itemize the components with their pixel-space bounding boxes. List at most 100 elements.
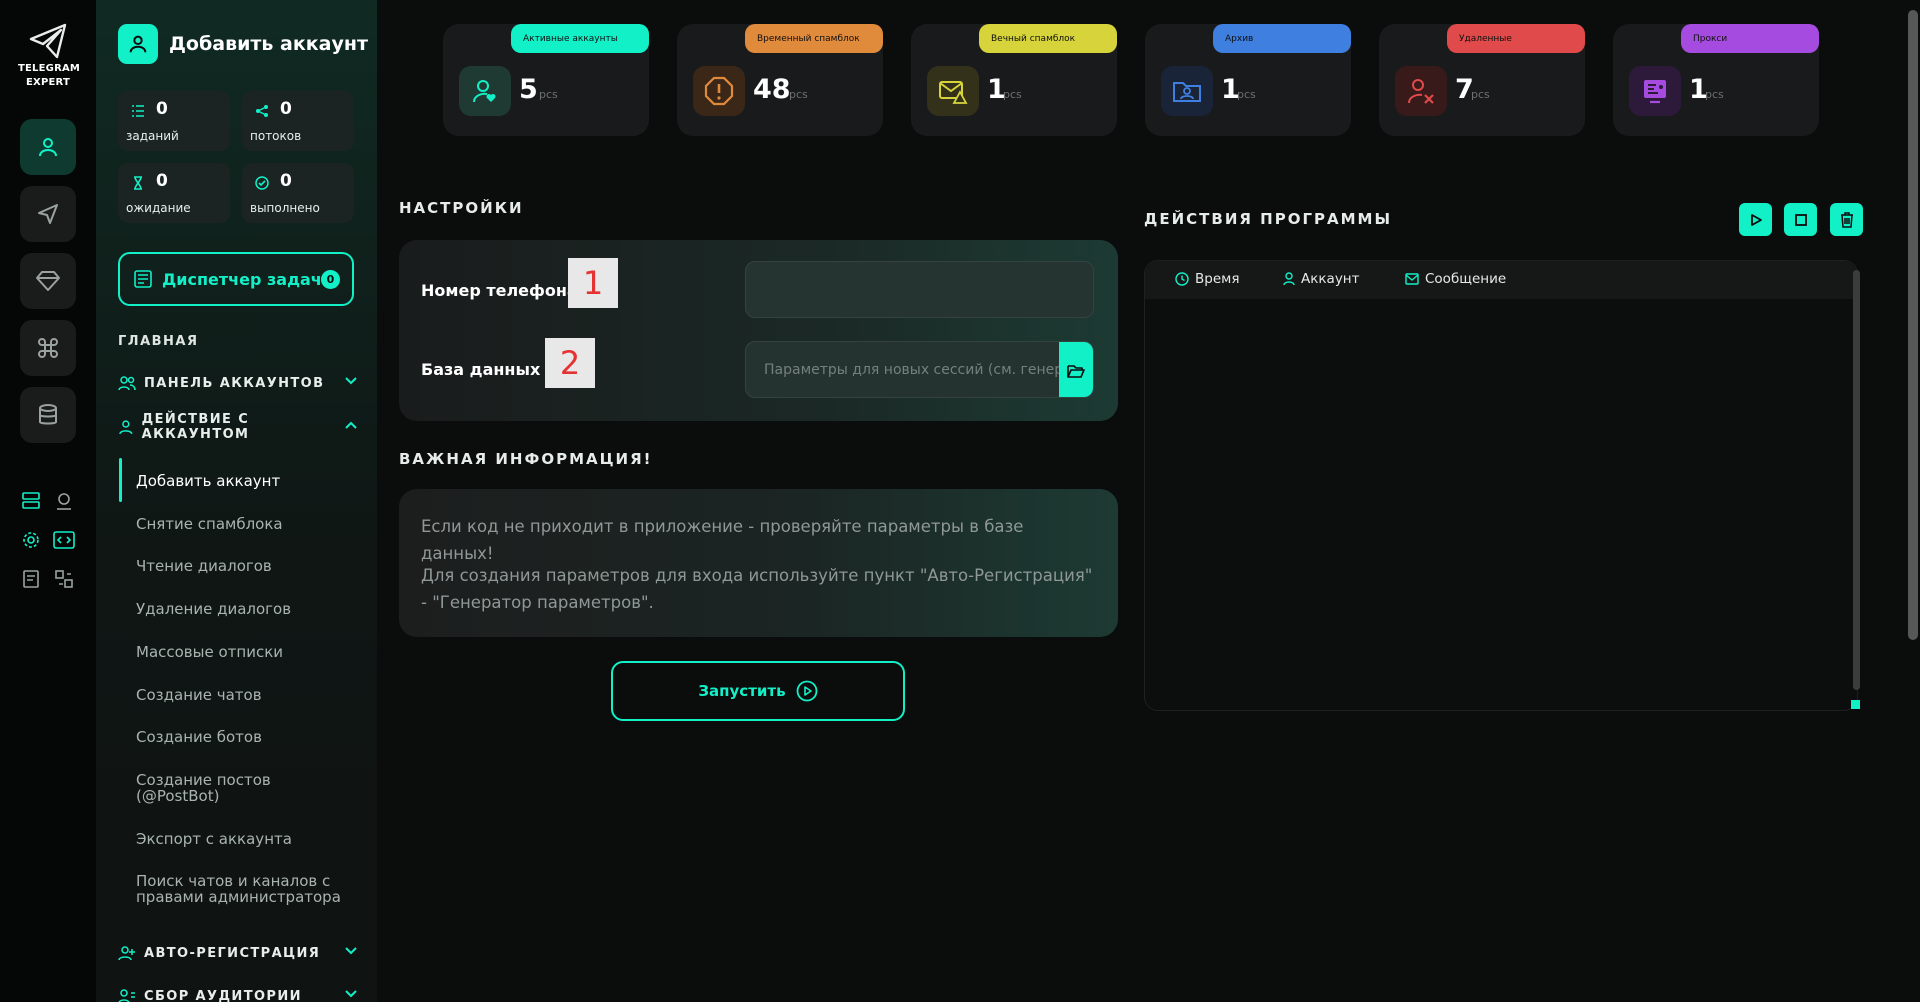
menu-item-create-chats[interactable]: Создание чатов xyxy=(136,687,356,703)
task-dispatcher-button[interactable]: Диспетчер задач 0 xyxy=(118,252,354,306)
browse-folder-button[interactable] xyxy=(1059,342,1093,397)
card-tag: Активные аккаунты xyxy=(511,24,649,53)
log-stop-button[interactable] xyxy=(1784,203,1817,236)
menu-item-create-posts[interactable]: Создание постов (@PostBot) xyxy=(136,772,356,804)
hourglass-icon xyxy=(128,173,148,193)
column-account-label: Аккаунт xyxy=(1301,271,1360,287)
chevron-down-icon xyxy=(345,990,357,998)
user-icon xyxy=(119,420,133,435)
log-clear-button[interactable] xyxy=(1830,203,1863,236)
column-message[interactable]: Сообщение xyxy=(1405,271,1506,287)
list-icon xyxy=(128,101,148,121)
user-heart-icon xyxy=(473,80,496,103)
card-temp-spamblock[interactable]: Временный спамблок 48 pcs xyxy=(677,24,883,136)
phone-number-badge: 1 xyxy=(568,258,618,308)
menu-item-export-account[interactable]: Экспорт с аккаунта xyxy=(136,831,356,847)
play-icon xyxy=(1750,213,1762,226)
task-manager-icon xyxy=(134,270,152,288)
card-icon-box xyxy=(1629,66,1681,116)
page-scrollbar[interactable] xyxy=(1908,10,1918,640)
card-icon-box xyxy=(927,66,979,116)
task-count-badge: 0 xyxy=(321,270,340,289)
card-tag: Удаленные xyxy=(1447,24,1585,53)
stat-label: потоков xyxy=(250,129,302,143)
alert-octagon-icon xyxy=(704,76,734,106)
database-input[interactable] xyxy=(746,342,1060,397)
stat-waiting: 0 ожидание xyxy=(118,163,230,223)
rail-send-button[interactable] xyxy=(20,186,76,242)
run-button[interactable]: Запустить xyxy=(611,661,905,721)
phone-label: Номер телефона xyxy=(421,281,578,300)
card-unit: pcs xyxy=(1003,88,1022,101)
database-field xyxy=(745,341,1094,398)
card-icon-box xyxy=(1161,66,1213,116)
rail-command-button[interactable] xyxy=(20,320,76,376)
group-account-action[interactable]: ДЕЙСТВИЕ С АККАУНТОМ xyxy=(118,412,358,442)
card-active-accounts[interactable]: Активные аккаунты 5 pcs xyxy=(443,24,649,136)
phone-input[interactable] xyxy=(745,261,1094,318)
command-icon xyxy=(38,338,58,358)
proxy-icon xyxy=(57,493,71,510)
card-archive[interactable]: Архив 1 pcs xyxy=(1145,24,1351,136)
menu-item-spamblock-removal[interactable]: Снятие спамблока xyxy=(136,516,356,532)
settings-panel: Номер телефона 1 База данных 2 xyxy=(399,240,1118,421)
resize-handle[interactable] xyxy=(1851,700,1860,709)
card-tag: Архив xyxy=(1213,24,1351,53)
group-accounts-panel[interactable]: ПАНЕЛЬ АККАУНТОВ xyxy=(118,372,358,394)
column-account[interactable]: Аккаунт xyxy=(1283,271,1360,287)
account-avatar xyxy=(118,24,158,64)
telegram-logo-icon xyxy=(29,23,67,59)
rail-storage-button[interactable] xyxy=(19,489,43,513)
menu-item-create-bots[interactable]: Создание ботов xyxy=(136,729,356,745)
info-line-1: Если код не приходит в приложение - пров… xyxy=(421,517,1024,563)
card-unit: pcs xyxy=(789,88,808,101)
rail-database-button[interactable] xyxy=(20,387,76,443)
user-icon xyxy=(39,138,57,157)
menu-item-mass-unsubscribe[interactable]: Массовые отписки xyxy=(136,644,356,660)
info-title: ВАЖНАЯ ИНФОРМАЦИЯ! xyxy=(399,450,653,468)
log-scrollbar[interactable] xyxy=(1853,270,1860,690)
rail-doc-button[interactable] xyxy=(19,567,43,591)
rail-accounts-button[interactable] xyxy=(20,119,76,175)
menu-item-delete-dialogs[interactable]: Удаление диалогов xyxy=(136,601,356,617)
sidebar: Добавить аккаунт 0 заданий 0 потоков 0 о… xyxy=(96,0,377,1002)
stat-value: 0 xyxy=(280,99,292,119)
rail-proxy-button[interactable] xyxy=(52,489,76,513)
card-deleted[interactable]: Удаленные 7 pcs xyxy=(1379,24,1585,136)
group-audience-collect[interactable]: СБОР АУДИТОРИИ xyxy=(118,985,358,1002)
log-title: ДЕЙСТВИЯ ПРОГРАММЫ xyxy=(1144,210,1393,228)
transfer-icon xyxy=(55,570,73,588)
card-perm-spamblock[interactable]: Вечный спамблок 1 pcs xyxy=(911,24,1117,136)
menu-item-read-dialogs[interactable]: Чтение диалогов xyxy=(136,558,356,574)
menu-item-admin-chat-search[interactable]: Поиск чатов и каналов с правами админист… xyxy=(136,873,356,905)
stat-value: 0 xyxy=(280,171,292,191)
stat-label: выполнено xyxy=(250,201,320,215)
section-main-label: ГЛАВНАЯ xyxy=(118,334,199,349)
code-icon xyxy=(53,531,75,549)
chevron-down-icon xyxy=(345,377,357,385)
trash-icon xyxy=(1840,211,1853,228)
stat-value: 0 xyxy=(156,99,168,119)
play-circle-icon xyxy=(796,680,817,702)
doc-icon xyxy=(23,570,39,588)
group-auto-registration[interactable]: АВТО-РЕГИСТРАЦИЯ xyxy=(118,942,358,964)
rail-settings-button[interactable] xyxy=(19,528,43,552)
column-time[interactable]: Время xyxy=(1175,271,1239,287)
user-plus-icon xyxy=(118,946,135,961)
card-unit: pcs xyxy=(1705,88,1724,101)
log-table-header: Время Аккаунт Сообщение xyxy=(1145,261,1857,299)
info-line-2: Для создания параметров для входа исполь… xyxy=(421,566,1093,612)
settings-icon xyxy=(23,532,39,548)
logo-text-2: EXPERT xyxy=(26,77,70,88)
menu-item-add-account[interactable]: Добавить аккаунт xyxy=(136,473,356,489)
rail-transfer-button[interactable] xyxy=(52,567,76,591)
card-icon-box xyxy=(1395,66,1447,116)
diamond-icon xyxy=(36,271,60,291)
rail-code-button[interactable] xyxy=(52,528,76,552)
user-x-icon xyxy=(1408,79,1434,104)
proxy-server-icon xyxy=(1644,80,1666,104)
card-proxy[interactable]: Прокси 1 pcs xyxy=(1613,24,1819,136)
rail-premium-button[interactable] xyxy=(20,253,76,309)
share-icon xyxy=(252,101,272,121)
log-play-button[interactable] xyxy=(1739,203,1772,236)
